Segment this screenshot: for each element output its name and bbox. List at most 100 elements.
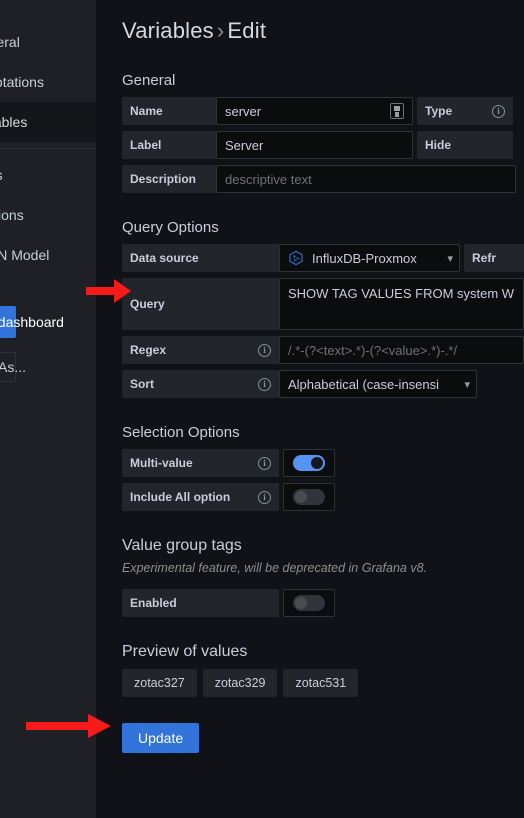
multi-value-toggle[interactable] <box>283 449 335 477</box>
enabled-label-text: Enabled <box>130 596 177 610</box>
regex-row: Regex i /.*-(?<text>.*)-(?<value>.*)-.*/ <box>122 336 524 364</box>
query-options-title: Query Options <box>122 219 219 236</box>
hide-label-text: Hide <box>425 138 452 152</box>
description-row: Description descriptive text <box>122 165 524 193</box>
label-label: Label <box>122 131 216 159</box>
value-group-tags-title: Value group tags <box>122 537 242 554</box>
sort-label: Sort i <box>122 370 279 398</box>
preview-title: Preview of values <box>122 643 248 660</box>
chevron-down-icon[interactable]: ▾ <box>441 252 453 265</box>
description-placeholder: descriptive text <box>225 171 312 187</box>
sidebar-item-annotations[interactable]: Annotations <box>0 62 96 102</box>
grafana-variable-edit-page: General Annotations Variables Links Vers… <box>0 0 524 818</box>
breadcrumb-root[interactable]: Variables <box>122 18 214 43</box>
description-label: Description <box>122 165 216 193</box>
sidebar-item-label: JSON Model <box>0 247 50 263</box>
preview-value-chip: zotac329 <box>202 669 278 697</box>
info-icon[interactable]: i <box>258 343 271 357</box>
preview-of-values-section: Preview of values zotac327 zotac329 zota… <box>122 643 524 697</box>
sidebar-item-label: Variables <box>0 114 28 130</box>
sidebar-item-general[interactable]: General <box>0 22 96 62</box>
sidebar-item-variables[interactable]: Variables <box>0 102 96 142</box>
toggle-switch-off[interactable] <box>293 595 325 611</box>
toggle-knob <box>311 457 323 469</box>
query-textarea[interactable]: SHOW TAG VALUES FROM system W <box>279 278 524 330</box>
general-section: General Name server Type i Label Server … <box>122 72 524 193</box>
sidebar-item-label: Versions <box>0 207 24 223</box>
name-row: Name server Type i <box>122 97 524 125</box>
sort-label-text: Sort <box>130 377 154 391</box>
info-icon[interactable]: i <box>492 104 505 118</box>
data-source-select[interactable]: InfluxDB-Proxmox ▾ <box>279 244 460 272</box>
general-section-title: General <box>122 72 176 89</box>
data-source-label: Data source <box>122 244 279 272</box>
data-source-value: InfluxDB-Proxmox <box>312 250 417 266</box>
label-input[interactable]: Server <box>216 131 413 159</box>
regex-input[interactable]: /.*-(?<text>.*)-(?<value>.*)-.*/ <box>279 336 524 364</box>
hide-label: Hide <box>417 131 513 159</box>
selection-options-title: Selection Options <box>122 424 240 441</box>
include-all-label: Include All option i <box>122 483 279 511</box>
info-icon[interactable]: i <box>258 377 271 391</box>
name-label: Name <box>122 97 216 125</box>
multi-value-label: Multi-value i <box>122 449 279 477</box>
sort-row: Sort i Alphabetical (case-insensi ▾ <box>122 370 524 398</box>
variable-editor-panel: Variables › Edit General Name server Type … <box>96 0 524 818</box>
name-input[interactable]: server <box>216 97 413 125</box>
preview-value-chip: zotac327 <box>122 669 197 697</box>
label-row: Label Server Hide <box>122 131 524 159</box>
type-label: Type i <box>417 97 513 125</box>
keyboard-icon[interactable] <box>390 103 404 119</box>
save-as-label: Save As... <box>0 359 27 375</box>
regex-label-text: Regex <box>130 343 167 357</box>
sidebar-action-buttons: Save dashboard Save As... <box>0 306 96 382</box>
selection-options-section: Selection Options Multi-value i Include … <box>122 424 524 511</box>
save-as-button[interactable]: Save As... <box>0 352 26 382</box>
include-all-row: Include All option i <box>122 483 524 511</box>
sidebar-item-links[interactable]: Links <box>0 155 96 195</box>
influxdb-icon <box>289 250 303 266</box>
sort-select[interactable]: Alphabetical (case-insensi ▾ <box>279 370 477 398</box>
value-group-enabled-row: Enabled <box>122 589 524 617</box>
name-label-text: Name <box>130 104 163 118</box>
toggle-switch-on[interactable] <box>293 455 325 471</box>
update-button[interactable]: Update <box>122 723 200 753</box>
name-input-value: server <box>225 103 262 119</box>
label-input-value: Server <box>225 137 264 153</box>
dashboard-settings-sidebar: General Annotations Variables Links Vers… <box>0 0 96 818</box>
info-icon[interactable]: i <box>258 456 271 470</box>
sidebar-item-json-model[interactable]: JSON Model <box>0 235 96 275</box>
breadcrumb-current: Edit <box>227 18 267 43</box>
sidebar-item-label: Annotations <box>0 74 44 90</box>
toggle-knob <box>295 491 307 503</box>
include-all-toggle[interactable] <box>283 483 335 511</box>
data-source-row: Data source InfluxDB-Proxmox ▾ Refr <box>122 244 524 272</box>
regex-placeholder: /.*-(?<text>.*)-(?<value>.*)-.*/ <box>288 342 458 358</box>
data-source-label-text: Data source <box>130 251 199 265</box>
preview-values-list: zotac327 zotac329 zotac531 <box>122 669 524 697</box>
description-label-text: Description <box>130 172 197 186</box>
sort-value: Alphabetical (case-insensi <box>288 376 440 392</box>
multi-value-row: Multi-value i <box>122 449 524 477</box>
breadcrumb-separator-icon: › <box>216 18 225 43</box>
save-dashboard-label: Save dashboard <box>0 314 64 330</box>
refresh-label-text: Refr <box>472 251 497 265</box>
preview-value-chip: zotac531 <box>283 669 359 697</box>
save-dashboard-button[interactable]: Save dashboard <box>0 306 64 338</box>
info-icon[interactable]: i <box>258 490 271 504</box>
regex-label: Regex i <box>122 336 279 364</box>
chevron-down-icon[interactable]: ▾ <box>458 378 470 391</box>
toggle-switch-off[interactable] <box>293 489 325 505</box>
sidebar-divider <box>0 148 96 149</box>
value-group-tags-section: Value group tags Experimental feature, w… <box>122 537 524 617</box>
sidebar-item-label: Links <box>0 167 3 183</box>
settings-nav-list: General Annotations Variables Links Vers… <box>0 0 96 275</box>
sidebar-item-versions[interactable]: Versions <box>0 195 96 235</box>
description-input[interactable]: descriptive text <box>216 165 516 193</box>
query-label: Query <box>122 278 279 330</box>
query-value: SHOW TAG VALUES FROM system W <box>288 286 515 301</box>
multi-value-label-text: Multi-value <box>130 456 193 470</box>
toggle-knob <box>295 597 307 609</box>
enabled-toggle[interactable] <box>283 589 335 617</box>
query-options-section: Query Options Data source InfluxDB-Proxm… <box>122 219 524 398</box>
